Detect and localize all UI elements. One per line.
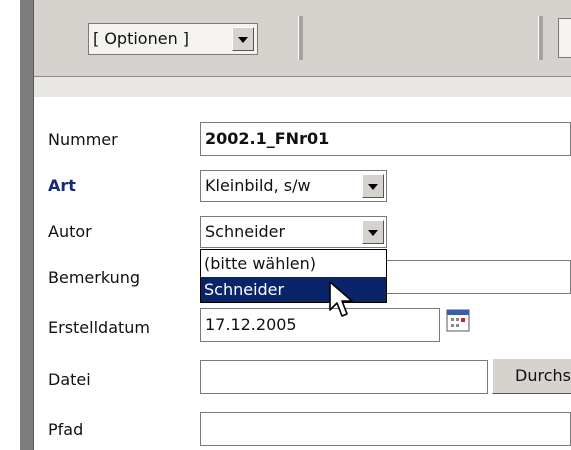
browse-button[interactable]: Durchsuchen: [492, 358, 571, 394]
autor-select[interactable]: Schneider: [200, 216, 387, 248]
nummer-label: Nummer: [48, 130, 118, 149]
art-value: Kleinbild, s/w: [205, 176, 311, 195]
chevron-down-icon[interactable]: [362, 220, 384, 244]
mouse-pointer-icon: [329, 281, 353, 317]
options-label: [ Optionen ]: [93, 29, 190, 48]
calendar-icon[interactable]: [446, 308, 470, 332]
art-label: Art: [48, 176, 76, 195]
chevron-down-icon[interactable]: [232, 27, 254, 51]
erstelldatum-field[interactable]: 17.12.2005: [200, 308, 440, 342]
options-dropdown[interactable]: [ Optionen ]: [88, 23, 258, 55]
autor-dropdown-list[interactable]: (bitte wählen) Schneider: [200, 249, 387, 303]
toolbar-separator: [538, 16, 543, 60]
dropdown-option[interactable]: (bitte wählen): [201, 251, 386, 276]
art-select[interactable]: Kleinbild, s/w: [200, 170, 387, 202]
datei-label: Datei: [48, 370, 91, 389]
pfad-field[interactable]: [200, 412, 571, 446]
pfad-label: Pfad: [48, 420, 84, 439]
nummer-field[interactable]: 2002.1_FNr01: [200, 122, 571, 156]
bemerkung-label: Bemerkung: [48, 268, 141, 287]
autor-label: Autor: [48, 222, 92, 241]
autor-value: Schneider: [205, 222, 286, 241]
erstelldatum-label: Erstelldatum: [48, 318, 150, 337]
toolbar-shadow: [34, 77, 571, 97]
dropdown-option-selected[interactable]: Schneider: [201, 277, 386, 302]
frame-border: [20, 0, 34, 450]
left-gutter: [0, 0, 20, 450]
toolbar-next-control[interactable]: [558, 18, 571, 58]
datei-field[interactable]: [200, 360, 488, 394]
chevron-down-icon[interactable]: [362, 174, 384, 198]
toolbar-separator: [298, 16, 303, 60]
